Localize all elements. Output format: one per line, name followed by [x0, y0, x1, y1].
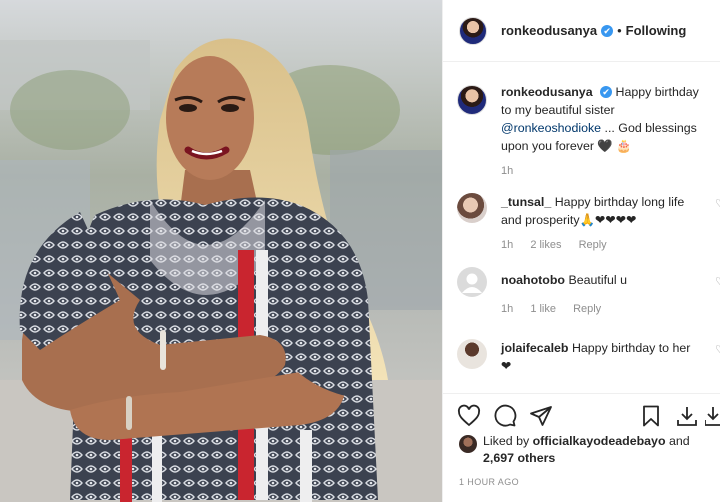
comment-time[interactable]: 1h [501, 239, 513, 251]
caption-username[interactable]: ronkeodusanya [501, 85, 593, 99]
comment-like-heart-icon[interactable]: ♡ [715, 343, 720, 356]
liker-username[interactable]: officialkayodeadebayo [533, 434, 666, 448]
download-icon[interactable] [675, 404, 699, 431]
comment-body: Beautiful u [568, 273, 628, 287]
author-avatar[interactable] [459, 16, 487, 45]
likes-text: Liked by officialkayodeadebayo and 2,697… [483, 433, 690, 467]
post-timestamp[interactable]: 1 HOUR AGO [459, 477, 519, 487]
comment-item: noahotobo Beautiful u ♡ 1h 1 like Reply [443, 267, 720, 315]
comment-likes-count[interactable]: 1 like [530, 303, 556, 315]
instagram-post-view: ronkeodusanya ✔ • Following ronkeodusany… [0, 0, 720, 502]
commenter-username[interactable]: _tunsal_ [501, 195, 551, 209]
author-username[interactable]: ronkeodusanya [501, 23, 597, 38]
likes-summary: Liked by officialkayodeadebayo and 2,697… [459, 433, 710, 467]
verified-badge-icon: ✔ [600, 86, 613, 98]
default-avatar-icon[interactable] [457, 267, 487, 297]
post-photo-image [0, 0, 442, 502]
caption: ronkeodusanya ✔ Happy birthday to my bea… [443, 83, 720, 177]
verified-badge-icon: ✔ [601, 24, 614, 37]
post-header: ronkeodusanya ✔ • Following [443, 0, 720, 62]
comment-reply-button[interactable]: Reply [579, 239, 607, 251]
user-silhouette-icon [462, 273, 482, 293]
comment-text: noahotobo Beautiful u [501, 271, 699, 289]
following-button[interactable]: Following [626, 23, 687, 38]
comments-section[interactable]: ronkeodusanya ✔ Happy birthday to my bea… [443, 63, 720, 393]
comment-meta: 1h 1 like Reply [501, 303, 699, 315]
commenter-avatar[interactable] [457, 193, 487, 223]
download-icon-2[interactable] [704, 404, 720, 431]
likes-others-count[interactable]: 2,697 others [483, 451, 555, 465]
header-separator: • [617, 23, 622, 38]
comment-text: _tunsal_ Happy birthday long life and pr… [501, 193, 699, 229]
caption-author-avatar[interactable] [457, 85, 487, 115]
share-icon[interactable] [529, 404, 553, 431]
caption-meta: 1h [501, 165, 699, 177]
likes-prefix: Liked by [483, 434, 530, 448]
comment-meta: 1h 2 likes Reply [501, 239, 699, 251]
caption-text: ronkeodusanya ✔ Happy birthday to my bea… [501, 83, 699, 155]
comment-item: _tunsal_ Happy birthday long life and pr… [443, 193, 720, 251]
caption-mention-link[interactable]: @ronkeoshodioke [501, 121, 601, 135]
bookmark-icon[interactable] [639, 404, 663, 431]
comment-item: jolaifecaleb Happy birthday to her❤ ♡ [443, 339, 720, 375]
comment-like-heart-icon[interactable]: ♡ [715, 197, 720, 210]
commenter-username[interactable]: noahotobo [501, 273, 565, 287]
caption-time[interactable]: 1h [501, 165, 513, 177]
action-bar [443, 393, 720, 433]
commenter-username[interactable]: jolaifecaleb [501, 341, 569, 355]
post-side-panel: ronkeodusanya ✔ • Following ronkeodusany… [442, 0, 720, 502]
comment-reply-button[interactable]: Reply [573, 303, 601, 315]
comment-like-heart-icon[interactable]: ♡ [715, 275, 720, 288]
likes-conjunction: and [668, 434, 690, 448]
comment-text: jolaifecaleb Happy birthday to her❤ [501, 339, 699, 375]
heart-icon[interactable] [457, 404, 481, 431]
comment-time[interactable]: 1h [501, 303, 513, 315]
post-photo[interactable] [0, 0, 442, 502]
comment-likes-count[interactable]: 2 likes [530, 239, 561, 251]
commenter-avatar[interactable] [457, 339, 487, 369]
liker-avatar[interactable] [459, 435, 477, 453]
comment-icon[interactable] [493, 404, 517, 431]
